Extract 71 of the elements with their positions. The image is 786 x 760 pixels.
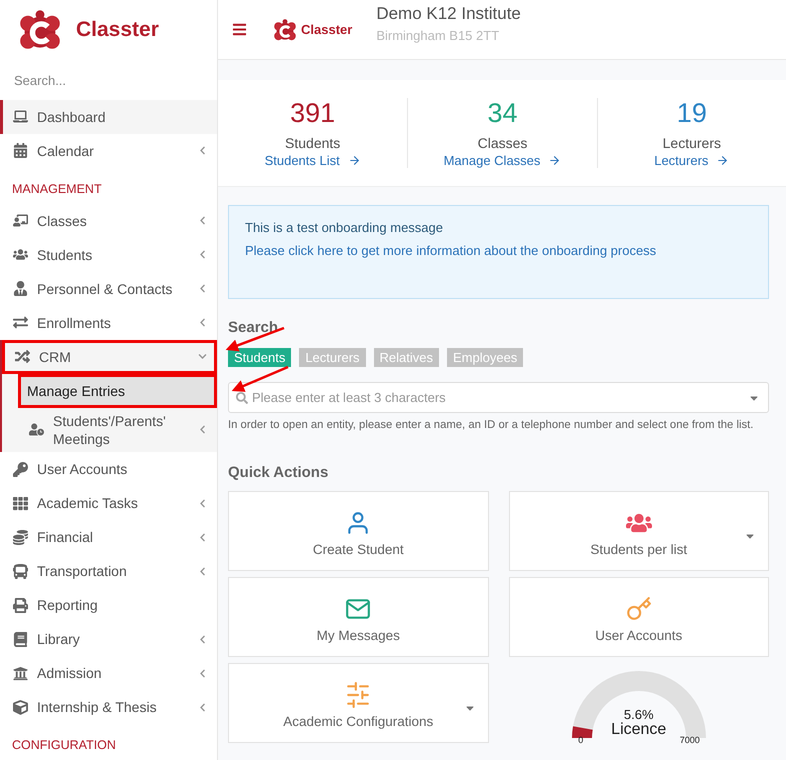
quick-action-card[interactable]: User Accounts: [508, 577, 769, 657]
bank-icon: [11, 666, 29, 680]
stat-link[interactable]: Manage Classes: [444, 153, 562, 168]
calendar-icon: [11, 143, 29, 158]
stat-link[interactable]: Students List: [264, 153, 361, 168]
stat-label: Students: [285, 135, 340, 151]
search-field[interactable]: Please enter at least 3 characters: [228, 382, 769, 413]
classroom-icon: [11, 213, 29, 228]
sidebar-item[interactable]: User Accounts: [0, 452, 217, 486]
sidebar-item[interactable]: Classes: [0, 204, 217, 238]
gauge-label: Licence: [611, 721, 666, 739]
sidebar-item[interactable]: Transportation: [0, 554, 217, 588]
sidebar-item[interactable]: Internship & Thesis: [0, 690, 217, 724]
onboarding-message: This is a test onboarding message: [245, 220, 444, 235]
logo-icon: [273, 18, 297, 42]
laptop-icon: [11, 109, 29, 124]
stat-label: Classes: [478, 135, 528, 151]
sidebar-item[interactable]: Academic Tasks: [0, 486, 217, 520]
stat-label: Lecturers: [662, 135, 721, 151]
sidebar-item[interactable]: Manage Entries: [18, 374, 217, 408]
gauge-min: 0: [578, 735, 584, 745]
sidebar-item[interactable]: Calendar: [0, 134, 217, 168]
sidebar-item[interactable]: Reporting: [0, 588, 217, 622]
section-heading: CONFIGURATION: [11, 737, 117, 754]
institute-name: Demo K12 Institute: [376, 4, 521, 24]
stat-value: 391: [290, 98, 336, 129]
section-heading: MANAGEMENT: [11, 180, 103, 198]
person-icon: [11, 281, 29, 296]
book-icon: [11, 632, 29, 646]
arrow-icon: [348, 154, 361, 167]
sidebar-item[interactable]: Students: [0, 238, 217, 272]
search-icon: [236, 392, 248, 404]
quick-action-card[interactable]: My Messages: [228, 577, 488, 657]
printer-icon: [11, 598, 29, 612]
sidebar-item[interactable]: Enrollments: [0, 306, 217, 340]
user-clock-icon: [27, 422, 45, 438]
bus-icon: [11, 564, 29, 578]
gauge-percent: 5.6%: [624, 707, 654, 722]
quick-action-card[interactable]: Academic Configurations: [228, 663, 488, 743]
shuffle-icon: [13, 349, 31, 364]
menu-icon[interactable]: [232, 22, 247, 37]
coins-icon: [11, 530, 29, 544]
section-title: Search: [228, 319, 280, 336]
key-icon: [11, 462, 29, 476]
sidebar-item[interactable]: Dashboard: [0, 100, 217, 134]
sliders-icon: [345, 682, 372, 708]
arrow-icon: [716, 154, 730, 167]
arrow-icon: [548, 154, 562, 167]
gauge-max: 7000: [680, 735, 700, 745]
sidebar-item[interactable]: Personnel & Contacts: [0, 272, 217, 306]
stat-value: 19: [676, 98, 707, 129]
exchange-icon: [11, 315, 29, 330]
stat-value: 34: [487, 98, 518, 129]
header-brand: Classter: [301, 22, 352, 37]
sidebar-item[interactable]: CRM: [2, 340, 217, 374]
sidebar-item[interactable]: Students'/Parents' Meetings: [18, 408, 217, 452]
sidebar-item[interactable]: Financial: [0, 520, 217, 554]
search-hint: In order to open an entity, please enter a name, an ID or a telephone number and select one from the list.: [228, 419, 754, 431]
section-title: Quick Actions: [228, 464, 330, 481]
key-icon: [626, 596, 652, 622]
sidebar-item[interactable]: Library: [0, 622, 217, 656]
onboarding-link[interactable]: Please click here to get more information about the onboarding process: [245, 243, 752, 258]
grid-icon: [11, 496, 29, 510]
quick-action-card[interactable]: Students per list: [508, 491, 769, 571]
users-icon: [11, 247, 29, 262]
quick-action-card[interactable]: Create Student: [228, 491, 488, 571]
institute-address: Birmingham B15 2TT: [376, 28, 500, 43]
brand-name: Classter: [76, 18, 159, 42]
cube-icon: [11, 700, 29, 714]
stat-link[interactable]: Lecturers: [654, 153, 730, 168]
sidebar-item[interactable]: Admission: [0, 656, 217, 690]
